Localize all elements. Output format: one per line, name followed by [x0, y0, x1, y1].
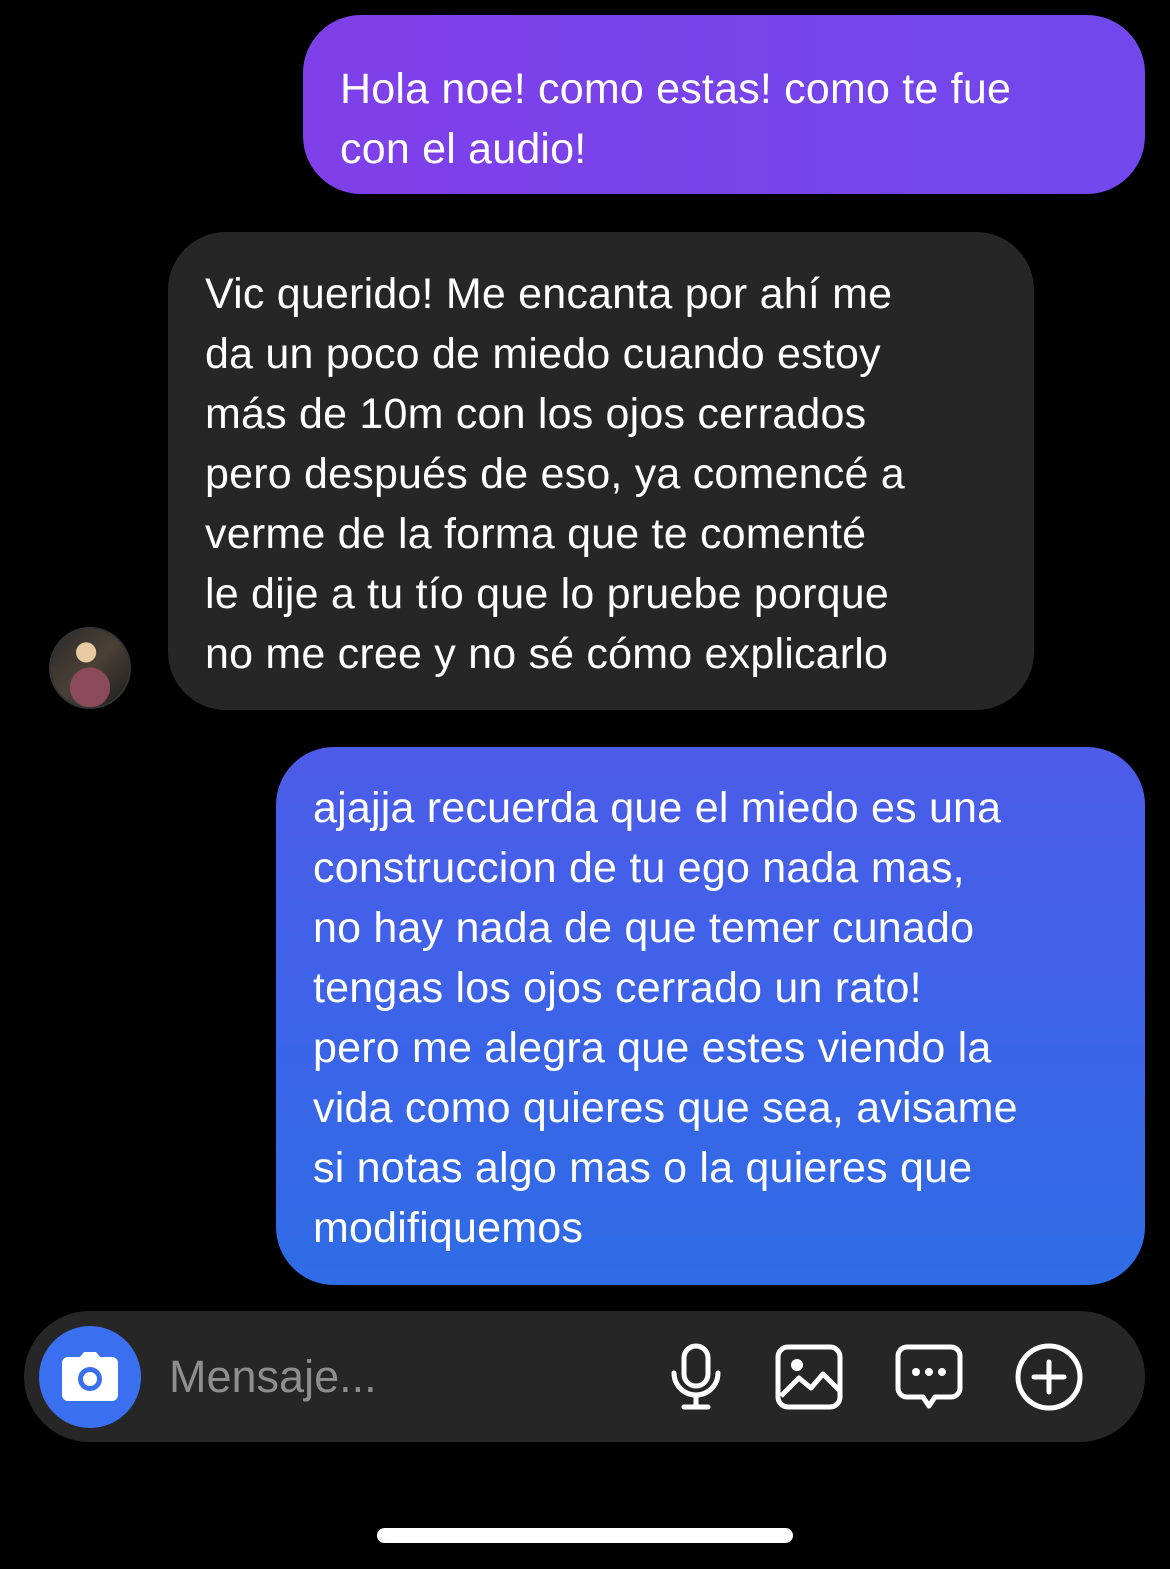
incoming-message-bubble[interactable]: Vic querido! Me encanta por ahí me da un…: [168, 232, 1034, 710]
outgoing-message-bubble[interactable]: ajajja recuerda que el miedo es una cons…: [276, 747, 1145, 1285]
sticker-button[interactable]: [893, 1341, 965, 1413]
gallery-icon: [775, 1344, 843, 1410]
add-button[interactable]: [1013, 1341, 1085, 1413]
home-indicator[interactable]: [377, 1528, 793, 1543]
message-composer: Mensaje...: [24, 1311, 1145, 1442]
sticker-icon: [895, 1344, 963, 1409]
message-input[interactable]: Mensaje...: [169, 1349, 377, 1405]
contact-avatar[interactable]: [49, 627, 131, 709]
chat-screen: Hola noe! como estas! como te fue con el…: [0, 0, 1170, 1569]
microphone-button[interactable]: [660, 1341, 732, 1413]
camera-icon: [62, 1352, 118, 1401]
outgoing-message-bubble[interactable]: Hola noe! como estas! como te fue con el…: [303, 15, 1145, 194]
microphone-icon: [671, 1343, 721, 1410]
camera-button[interactable]: [39, 1326, 141, 1428]
gallery-button[interactable]: [773, 1341, 845, 1413]
plus-icon: [1015, 1343, 1083, 1411]
